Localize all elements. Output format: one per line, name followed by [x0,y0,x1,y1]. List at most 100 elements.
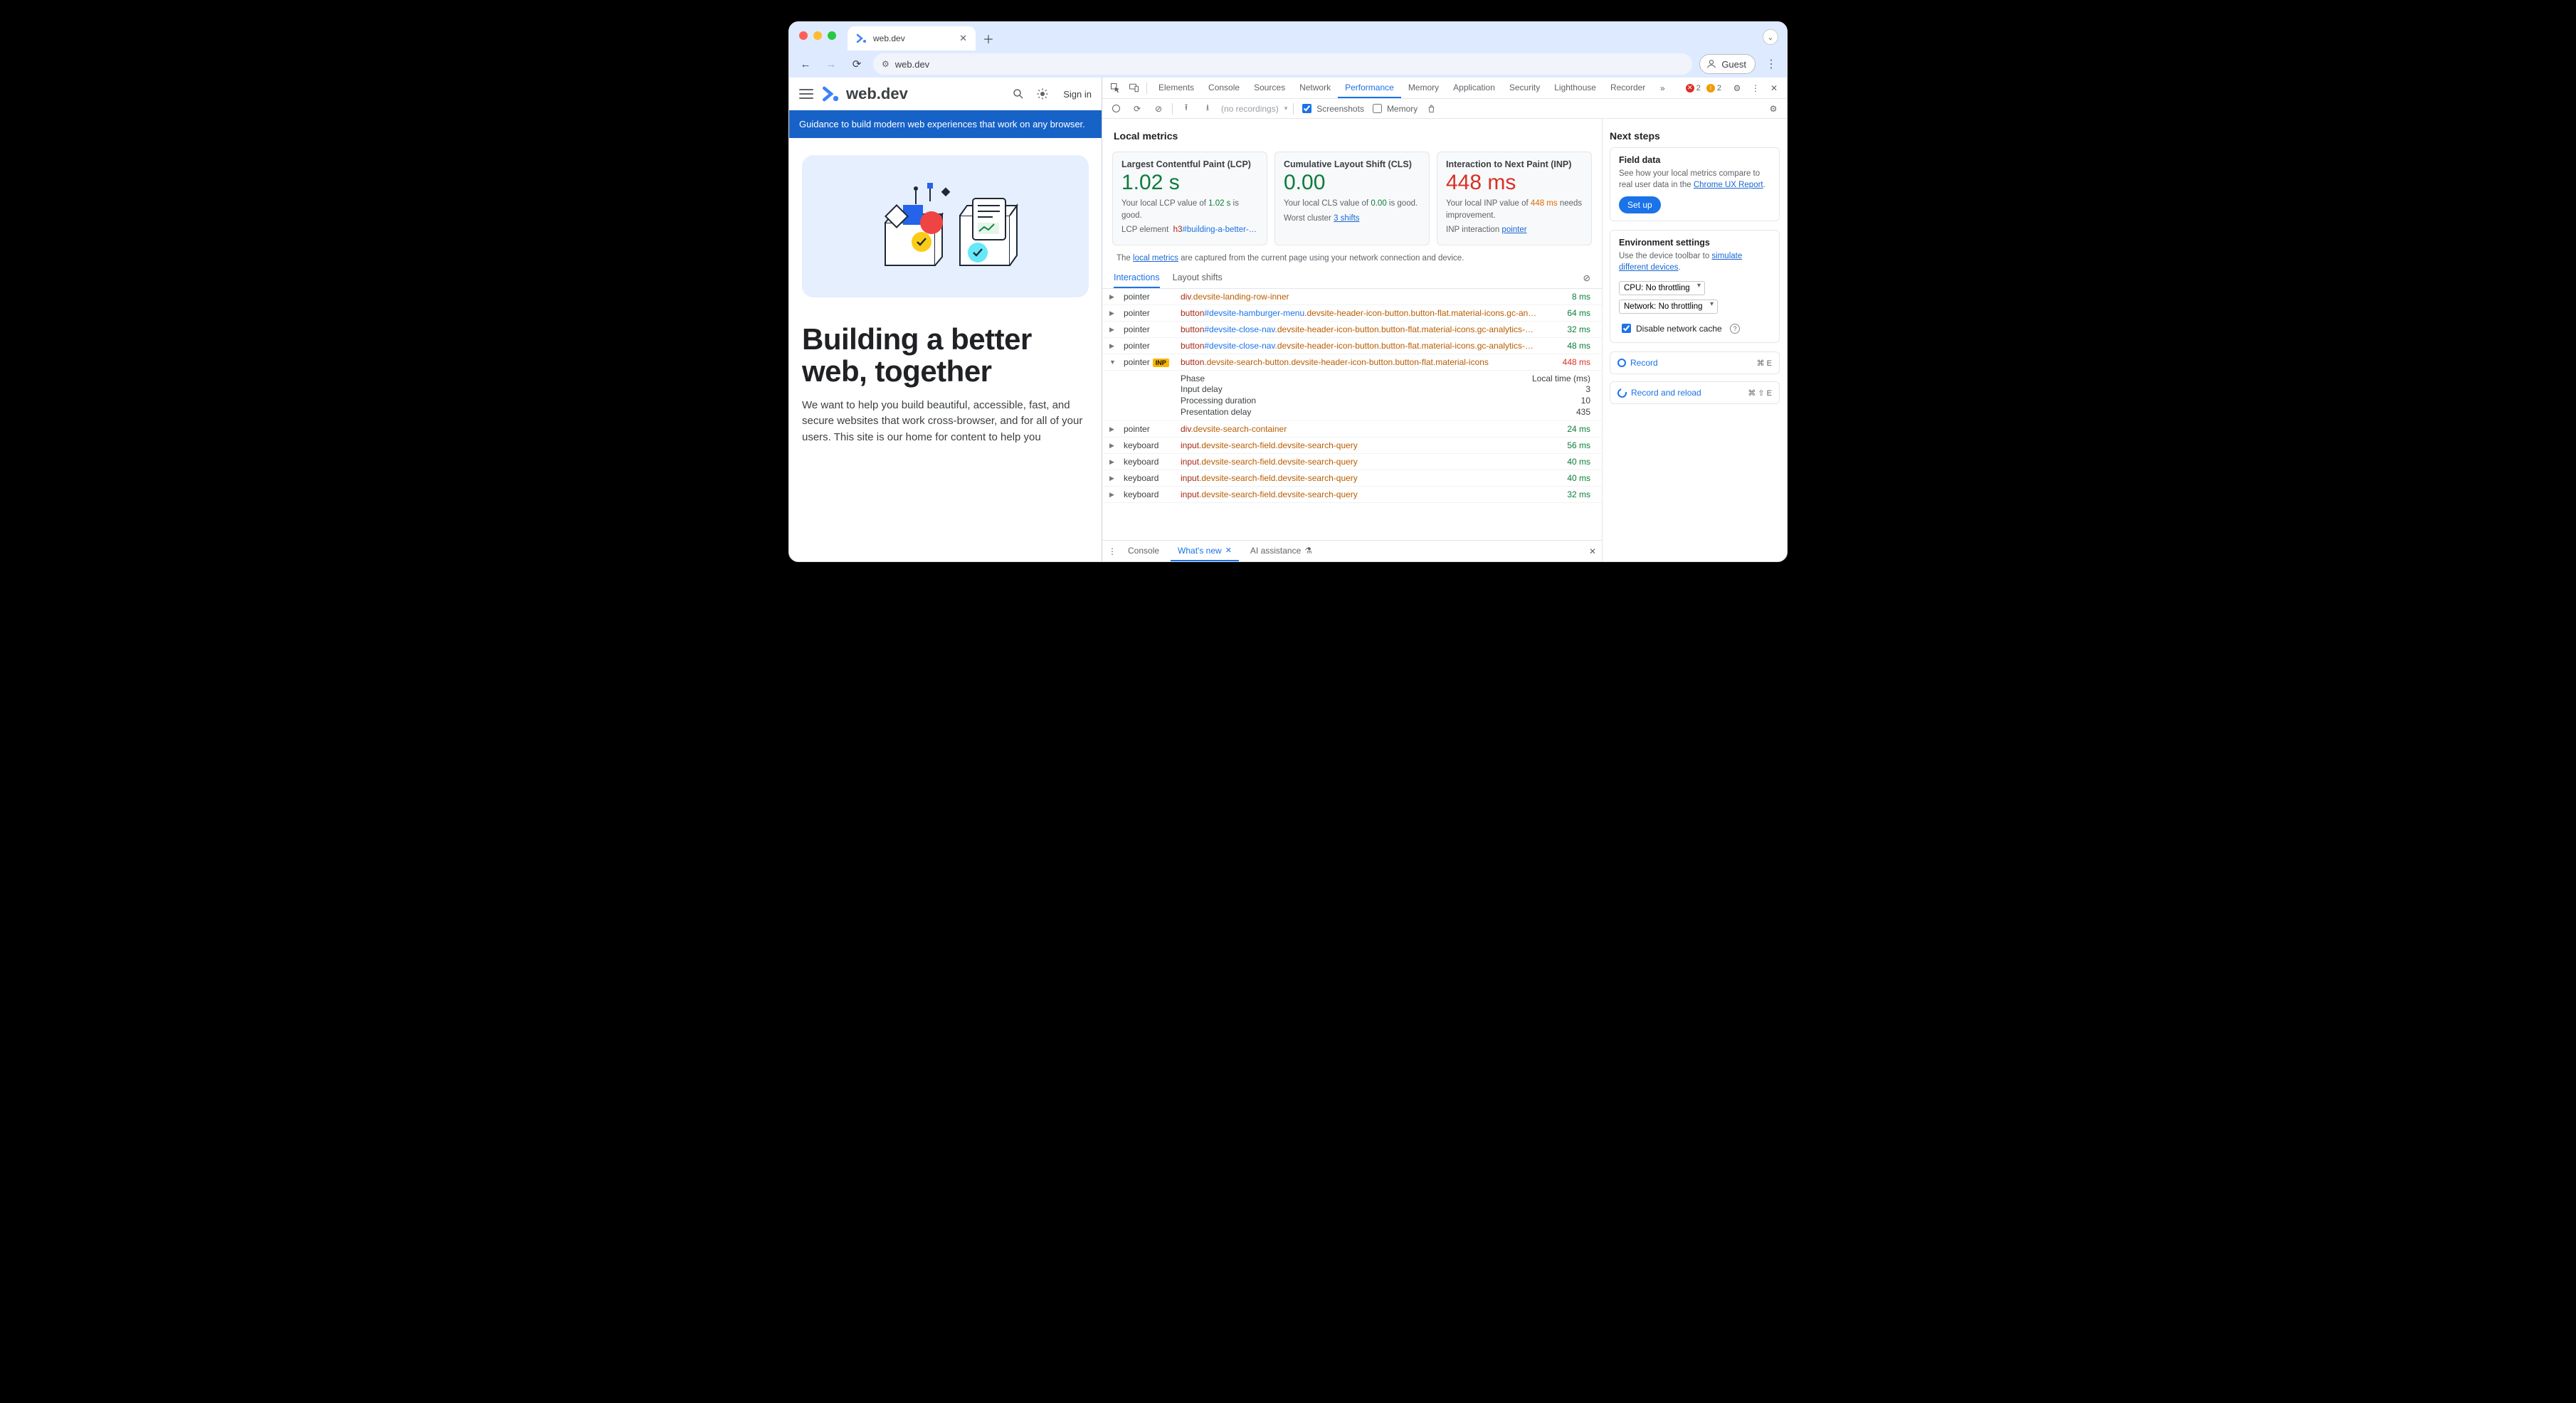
address-bar[interactable]: ⚙ web.dev [873,53,1692,75]
devtools-tab-sources[interactable]: Sources [1247,78,1292,98]
hamburger-menu-button[interactable] [799,89,813,99]
inp-interaction-link[interactable]: pointer [1501,226,1526,234]
interaction-row[interactable]: ▶keyboardinput.devsite-search-field.devs… [1102,487,1602,503]
network-throttling-select[interactable]: Network: No throttling [1619,300,1718,314]
disclosure-triangle-icon[interactable]: ▶ [1109,442,1117,450]
setup-button[interactable]: Set up [1619,196,1661,213]
disclosure-triangle-icon[interactable]: ▶ [1109,293,1117,301]
memory-checkbox[interactable]: Memory [1370,102,1418,115]
record-reload-shortcut: ⌘ ⇧ E [1748,388,1772,398]
recordings-dropdown[interactable]: (no recordings) [1221,104,1279,114]
interaction-row[interactable]: ▶keyboardinput.devsite-search-field.devs… [1102,470,1602,487]
disclosure-triangle-icon[interactable]: ▶ [1109,326,1117,334]
error-badge[interactable]: ✕2 [1686,84,1701,92]
interaction-row[interactable]: ▶pointerdiv.devsite-landing-row-inner8 m… [1102,289,1602,305]
lcp-value: 1.02 s [1121,172,1258,194]
record-button[interactable] [1108,101,1124,117]
record-icon [1617,359,1626,367]
warning-badge[interactable]: !2 [1706,84,1721,92]
interaction-row[interactable]: ▶pointerbutton#devsite-hamburger-menu.de… [1102,305,1602,322]
duration: 48 ms [1548,341,1590,351]
disclosure-triangle-icon[interactable]: ▶ [1109,458,1117,466]
local-metrics-note: The local metrics are captured from the … [1102,245,1602,267]
devtools-menu-icon[interactable]: ⋮ [1747,80,1764,97]
browser-menu-button[interactable]: ⋮ [1763,57,1780,71]
devtools-tab-performance[interactable]: Performance [1338,78,1401,98]
interaction-row[interactable]: ▶pointerbutton#devsite-close-nav.devsite… [1102,338,1602,354]
reload-record-button[interactable]: ⟳ [1129,101,1145,117]
search-icon[interactable] [1010,86,1026,102]
crux-link[interactable]: Chrome UX Report [1694,181,1763,189]
forward-button[interactable]: → [822,55,840,73]
clear-log-icon[interactable]: ⊘ [1583,272,1590,288]
record-action[interactable]: Record ⌘ E [1610,351,1780,374]
disclosure-triangle-icon[interactable]: ▶ [1109,309,1117,317]
target-selector: button#devsite-hamburger-menu.devsite-he… [1181,308,1541,318]
record-reload-action[interactable]: Record and reload ⌘ ⇧ E [1610,381,1780,404]
minimize-window-icon[interactable] [813,31,822,40]
more-tabs-icon[interactable]: » [1654,80,1671,97]
devtools-tab-console[interactable]: Console [1201,78,1247,98]
devtools-tab-lighthouse[interactable]: Lighthouse [1547,78,1603,98]
cpu-throttling-select[interactable]: CPU: No throttling [1619,281,1705,295]
interaction-row[interactable]: ▶pointerdiv.devsite-search-container24 m… [1102,421,1602,438]
perf-settings-icon[interactable]: ⚙ [1765,101,1781,117]
disclosure-triangle-icon[interactable]: ▶ [1109,491,1117,499]
disclosure-triangle-icon[interactable]: ▶ [1109,342,1117,350]
devtools-tab-network[interactable]: Network [1292,78,1338,98]
target-selector: button#devsite-close-nav.devsite-header-… [1181,324,1541,334]
theme-toggle-icon[interactable] [1035,86,1050,102]
drawer-ai-tab[interactable]: AI assistance ⚗ [1243,541,1319,561]
lcp-card: Largest Contentful Paint (LCP) 1.02 s Yo… [1112,152,1267,245]
close-tab-icon[interactable]: ✕ [959,33,967,44]
gc-icon[interactable] [1423,101,1439,117]
interaction-row[interactable]: ▼pointerINPbutton.devsite-search-button.… [1102,354,1602,371]
device-toolbar-icon[interactable] [1125,80,1142,97]
settings-icon[interactable]: ⚙ [1728,80,1746,97]
local-metrics-link[interactable]: local metrics [1133,254,1178,263]
disclosure-triangle-icon[interactable]: ▶ [1109,475,1117,482]
close-drawer-icon[interactable]: ✕ [1589,546,1596,556]
drawer-console-tab[interactable]: Console [1121,541,1166,561]
drawer-menu-icon[interactable]: ⋮ [1108,546,1117,556]
screenshots-checkbox[interactable]: Screenshots [1299,102,1364,115]
inspect-element-icon[interactable] [1107,80,1124,97]
signin-link[interactable]: Sign in [1063,89,1092,100]
devtools-tab-memory[interactable]: Memory [1401,78,1446,98]
maximize-window-icon[interactable] [828,31,836,40]
cls-value: 0.00 [1284,172,1420,194]
upload-profile-icon[interactable]: ⭱ [1178,101,1194,117]
close-devtools-icon[interactable]: ✕ [1765,80,1783,97]
profile-button[interactable]: Guest [1699,54,1756,74]
webdev-favicon-icon [856,33,867,44]
disable-cache-checkbox[interactable]: Disable network cache ? [1619,322,1770,335]
back-button[interactable]: ← [796,55,815,73]
devtools-tab-elements[interactable]: Elements [1151,78,1201,98]
download-profile-icon[interactable]: ⭳ [1200,101,1215,117]
browser-tab[interactable]: web.dev ✕ [848,26,976,51]
interaction-row[interactable]: ▶pointerbutton#devsite-close-nav.devsite… [1102,322,1602,338]
close-window-icon[interactable] [799,31,808,40]
tabs-overflow-button[interactable]: ⌄ [1763,29,1778,45]
clear-button[interactable]: ⊘ [1151,101,1166,117]
devtools-tab-application[interactable]: Application [1446,78,1502,98]
disclosure-triangle-icon[interactable]: ▶ [1109,425,1117,433]
target-selector: input.devsite-search-field.devsite-searc… [1181,457,1541,467]
layout-shifts-tab[interactable]: Layout shifts [1173,272,1223,288]
cls-shifts-link[interactable]: 3 shifts [1334,214,1359,223]
local-metrics-heading: Local metrics [1114,130,1590,142]
site-brand[interactable]: web.dev [822,85,908,103]
interaction-row[interactable]: ▶keyboardinput.devsite-search-field.devs… [1102,454,1602,470]
interactions-tab[interactable]: Interactions [1114,272,1160,288]
site-settings-icon[interactable]: ⚙ [882,59,890,69]
disclosure-triangle-icon[interactable]: ▼ [1109,359,1117,366]
devtools-tab-recorder[interactable]: Recorder [1603,78,1652,98]
devtools-panel: ElementsConsoleSourcesNetworkPerformance… [1102,78,1787,561]
devtools-tab-security[interactable]: Security [1502,78,1547,98]
reload-button[interactable]: ⟳ [848,55,866,73]
performance-sidebar: Next steps Field data See how your local… [1602,119,1787,561]
drawer-whatsnew-tab[interactable]: What's new✕ [1171,541,1239,561]
interaction-row[interactable]: ▶keyboardinput.devsite-search-field.devs… [1102,438,1602,454]
new-tab-button[interactable]: ＋ [978,28,998,48]
help-icon[interactable]: ? [1730,324,1740,334]
